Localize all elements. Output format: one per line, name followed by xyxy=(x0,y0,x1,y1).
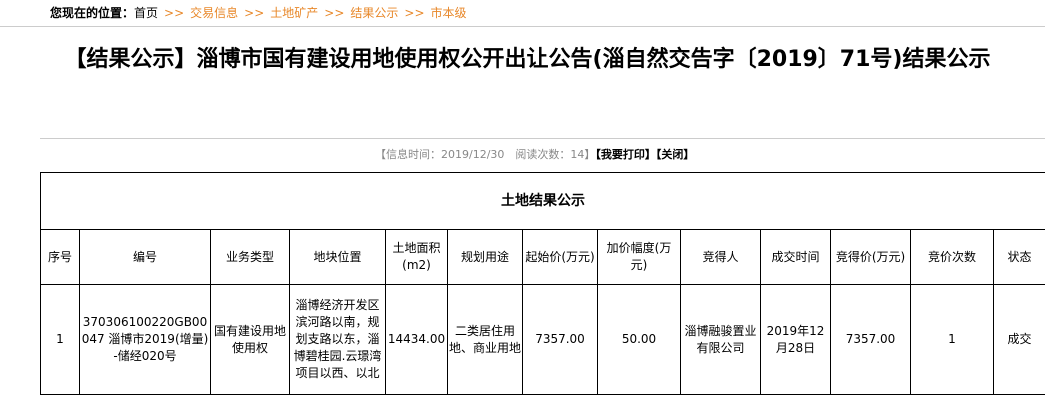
table-cell: 二类居住用地、商业用地 xyxy=(447,284,523,395)
column-header: 状态 xyxy=(992,229,1045,285)
column-header: 起始价(万元) xyxy=(522,229,598,285)
table-header: 序号 编号 业务类型 地块位置 土地面积(m2) 规划用途 起始价(万元) 加价幅度(万元) 竞… xyxy=(40,229,1045,285)
breadcrumb-sep: >> xyxy=(404,6,425,20)
column-header: 土地面积(m2) xyxy=(385,229,448,285)
breadcrumb-item[interactable]: 土地矿产 xyxy=(270,6,318,20)
column-header: 成交时间 xyxy=(760,229,831,285)
column-header: 竞得人 xyxy=(680,229,761,285)
divider xyxy=(0,26,1045,27)
breadcrumb-sep: >> xyxy=(244,6,265,20)
breadcrumb-item[interactable]: 结果公示 xyxy=(350,6,398,20)
column-header: 编号 xyxy=(79,229,211,285)
column-header: 业务类型 xyxy=(210,229,290,285)
column-header: 规划用途 xyxy=(447,229,523,285)
table-cell: 1 xyxy=(40,284,80,395)
info-meta: 【信息时间：2019/12/30 阅读次数：14】【我要打印】【关闭】 xyxy=(375,146,694,162)
breadcrumb-sep: >> xyxy=(324,6,345,20)
table-cell: 淄博经济开发区滨河路以南，规划支路以东，淄博碧桂园.云璟湾项目以西、以北 xyxy=(289,284,386,395)
breadcrumb-sep: >> xyxy=(164,6,185,20)
breadcrumb-label: 您现在的位置： xyxy=(50,6,135,20)
page-title: 【结果公示】淄博市国有建设用地使用权公开出让公告(淄自然交告字〔2019〕71号… xyxy=(64,47,991,72)
breadcrumb-home[interactable]: 首页 xyxy=(134,6,158,20)
info-time-views: 【信息时间：2019/12/30 阅读次数：14】 xyxy=(375,148,596,161)
column-header: 加价幅度(万元) xyxy=(597,229,681,285)
table-cell: 370306100220GB00047 淄博市2019(增量)-储经020号 xyxy=(79,284,211,395)
table-cell: 成交 xyxy=(992,284,1045,395)
table-cell: 14434.00 xyxy=(385,284,448,395)
close-link[interactable]: 【关闭】 xyxy=(656,148,695,161)
table-cell: 7357.00 xyxy=(830,284,911,395)
table-cell: 淄博融骏置业有限公司 xyxy=(680,284,761,395)
table-caption: 土地结果公示 xyxy=(39,172,1045,230)
table-row: 1 370306100220GB00047 淄博市2019(增量)-储经020号国… xyxy=(40,284,1045,395)
column-header: 序号 xyxy=(40,229,80,285)
result-table: 土地结果公示 序号 编号 业务类型 地块位置 土地面积(m2) 规划用途 起始价(万元) 加价… xyxy=(39,172,1045,395)
print-link[interactable]: 【我要打印】 xyxy=(595,148,656,161)
column-header: 竞得价(万元) xyxy=(830,229,911,285)
breadcrumb-item[interactable]: 交易信息 xyxy=(190,6,238,20)
table-cell: 50.00 xyxy=(597,284,681,395)
table-cell: 国有建设用地使用权 xyxy=(210,284,290,395)
table-cell: 7357.00 xyxy=(522,284,598,395)
breadcrumb: 您现在的位置：首页 >> 交易信息 >> 土地矿产 >> 结果公示 >> 市本级 xyxy=(50,4,467,21)
divider xyxy=(40,138,1045,139)
column-header: 地块位置 xyxy=(289,229,386,285)
table-cell: 1 xyxy=(910,284,994,395)
table-cell: 2019年12月28日 xyxy=(760,284,831,395)
column-header: 竞价次数 xyxy=(910,229,994,285)
breadcrumb-item[interactable]: 市本级 xyxy=(431,6,467,20)
